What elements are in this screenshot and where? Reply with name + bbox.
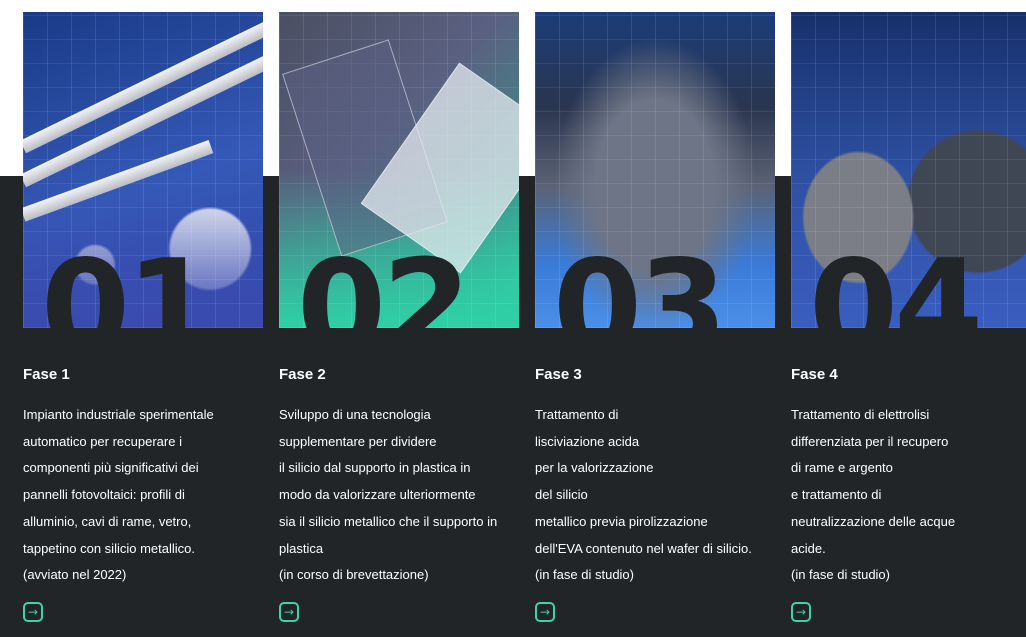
phase-card-2: 02 Fase 2 Sviluppo di una tecnologia sup… — [279, 12, 519, 637]
phase-title: Fase 4 — [791, 366, 838, 383]
arrow-right-icon[interactable]: → — [279, 602, 299, 622]
phase-card-1: 01 Fase 1 Impianto industriale speriment… — [23, 12, 263, 637]
phase-title: Fase 1 — [23, 366, 70, 383]
phase-2-image: 02 — [279, 12, 519, 328]
arrow-right-icon[interactable]: → — [535, 602, 555, 622]
phase-number: 03 — [553, 233, 727, 329]
phase-3-image: 03 — [535, 12, 775, 328]
phase-card-3: 03 Fase 3 Trattamento di lisciviazione a… — [535, 12, 775, 637]
phase-title: Fase 2 — [279, 366, 326, 383]
phase-number: 04 — [809, 233, 983, 329]
phase-number: 02 — [297, 233, 471, 329]
phase-4-image: 04 — [791, 12, 1026, 328]
phase-number: 01 — [41, 233, 215, 329]
phase-description: Sviluppo di una tecnologia supplementare… — [279, 407, 498, 583]
phase-1-image: 01 — [23, 12, 263, 328]
phase-title: Fase 3 — [535, 366, 582, 383]
phase-description: Trattamento di lisciviazione acida per l… — [535, 407, 752, 583]
arrow-right-icon[interactable]: → — [23, 602, 43, 622]
phase-card-4: 04 Fase 4 Trattamento di elettrolisi dif… — [791, 12, 1026, 637]
phase-description: Impianto industriale sperimentale automa… — [23, 407, 214, 583]
phase-description: Trattamento di elettrolisi differenziata… — [791, 407, 956, 583]
arrow-right-icon[interactable]: → — [791, 602, 811, 622]
